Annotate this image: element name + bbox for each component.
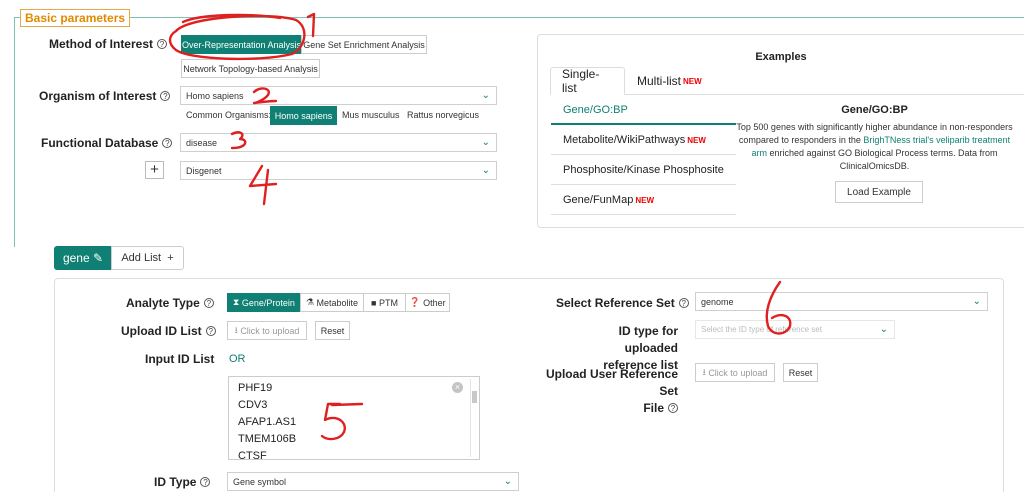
upload-id-list-label: Upload ID List? xyxy=(121,324,216,338)
organism-select[interactable]: Homo sapiens ⌄ xyxy=(180,86,497,105)
tab-multi-list[interactable]: Multi-list NEW xyxy=(626,67,713,95)
gene-line: CDV3 xyxy=(238,399,268,411)
database-sub-select[interactable]: Disgenet ⌄ xyxy=(180,161,497,180)
examples-title: Examples xyxy=(755,51,807,63)
help-icon[interactable]: ? xyxy=(668,403,678,413)
analyte-other-button[interactable]: ❓ Other xyxy=(405,293,450,312)
help-icon[interactable]: ? xyxy=(160,91,171,101)
reset-reference-button[interactable]: Reset xyxy=(783,363,818,382)
pencil-icon[interactable]: ✎ xyxy=(93,251,103,265)
flask-icon: ⚗ xyxy=(305,297,315,307)
select-reference-label: Select Reference Set? xyxy=(556,296,689,310)
database-select[interactable]: disease ⌄ xyxy=(180,133,497,152)
gene-line: CTSF xyxy=(238,450,267,460)
upload-id-list-button[interactable]: ⭳ Click to upload xyxy=(227,321,307,340)
ptm-icon: ■ xyxy=(371,297,377,308)
gene-line: PHF19 xyxy=(238,382,273,394)
upload-reference-label: Upload User Reference Set File? xyxy=(545,367,678,415)
scrollbar[interactable] xyxy=(470,379,477,457)
organism-rattus-norvegicus-link[interactable]: Rattus norvegicus xyxy=(407,110,479,120)
method-gsea-button[interactable]: Gene Set Enrichment Analysis xyxy=(301,35,427,54)
upload-icon: ⭳ xyxy=(234,324,238,335)
organism-mus-musculus-link[interactable]: Mus musculus xyxy=(342,110,400,120)
upload-reference-button[interactable]: ⭳ Click to upload xyxy=(695,363,775,382)
question-icon: ❓ xyxy=(409,297,421,307)
analyte-type-label: Analyte Type? xyxy=(126,296,214,310)
help-icon[interactable]: ? xyxy=(162,138,173,148)
tab-single-list[interactable]: Single-list xyxy=(550,67,625,95)
plus-icon: + xyxy=(167,252,174,264)
example-description: Top 500 genes with significantly higher … xyxy=(736,122,1013,171)
example-gene-funmap[interactable]: Gene/FunMap NEW xyxy=(551,186,736,215)
or-text: OR xyxy=(229,353,246,365)
common-organisms-label: Common Organisms: xyxy=(186,110,272,120)
organism-homo-sapiens-button[interactable]: Homo sapiens xyxy=(270,106,337,125)
organism-label: Organism of Interest? xyxy=(39,89,171,103)
example-name: Gene/GO:BP xyxy=(841,104,908,116)
tab-gene-list[interactable]: gene ✎ xyxy=(54,246,112,270)
database-label: Functional Database? xyxy=(41,136,173,150)
add-list-tab[interactable]: Add List + xyxy=(111,246,184,270)
chevron-down-icon: ⌄ xyxy=(481,137,490,148)
example-phosphosite-kinase[interactable]: Phosphosite/Kinase Phosphosite xyxy=(551,156,736,185)
help-icon[interactable]: ? xyxy=(200,477,211,487)
basic-parameters-legend: Basic parameters xyxy=(20,9,131,27)
chevron-down-icon: ⌄ xyxy=(972,296,981,307)
chevron-down-icon: ⌄ xyxy=(481,90,490,101)
input-id-list-textarea[interactable]: PHF19 CDV3 AFAP1.AS1 TMEM106B CTSF × xyxy=(228,376,480,460)
gene-line: TMEM106B xyxy=(238,433,297,445)
help-icon[interactable]: ? xyxy=(678,298,689,308)
method-ora-button[interactable]: Over-Representation Analysis xyxy=(181,35,302,54)
analyte-gene-protein-button[interactable]: ⧗ Gene/Protein xyxy=(227,293,301,312)
load-example-button[interactable]: Load Example xyxy=(835,181,923,203)
scrollbar-thumb[interactable] xyxy=(472,391,477,403)
example-gene-gobp[interactable]: Gene/GO:BP xyxy=(551,96,736,125)
help-icon[interactable]: ? xyxy=(203,298,214,308)
reset-id-list-button[interactable]: Reset xyxy=(315,321,350,340)
help-icon[interactable]: ? xyxy=(157,39,167,49)
add-database-button[interactable]: + xyxy=(145,161,164,179)
method-label: Method of Interest? xyxy=(49,37,167,51)
examples-panel: Examples Single-list Multi-list NEW Gene/… xyxy=(537,34,1024,228)
analyte-ptm-button[interactable]: ■ PTM xyxy=(363,293,406,312)
analyte-metabolite-button[interactable]: ⚗ Metabolite xyxy=(300,293,364,312)
clear-icon[interactable]: × xyxy=(452,382,463,393)
input-id-list-label: Input ID List xyxy=(145,352,215,366)
id-type-label: ID Type? xyxy=(154,475,211,489)
example-metabolite-wikipathways[interactable]: Metabolite/WikiPathways NEW xyxy=(551,126,736,155)
chevron-down-icon: ⌄ xyxy=(879,324,888,335)
upload-icon: ⭳ xyxy=(702,366,706,377)
chevron-down-icon: ⌄ xyxy=(503,476,512,487)
help-icon[interactable]: ? xyxy=(205,326,216,336)
reference-id-type-select[interactable]: Select the ID type of reference set ⌄ xyxy=(695,320,895,339)
hourglass-icon: ⧗ xyxy=(233,297,240,307)
gene-line: AFAP1.AS1 xyxy=(238,416,297,428)
id-type-select[interactable]: Gene symbol ⌄ xyxy=(227,472,519,491)
method-ntba-button[interactable]: Network Topology-based Analysis xyxy=(181,59,320,78)
chevron-down-icon: ⌄ xyxy=(481,165,490,176)
reference-select[interactable]: genome ⌄ xyxy=(695,292,988,311)
